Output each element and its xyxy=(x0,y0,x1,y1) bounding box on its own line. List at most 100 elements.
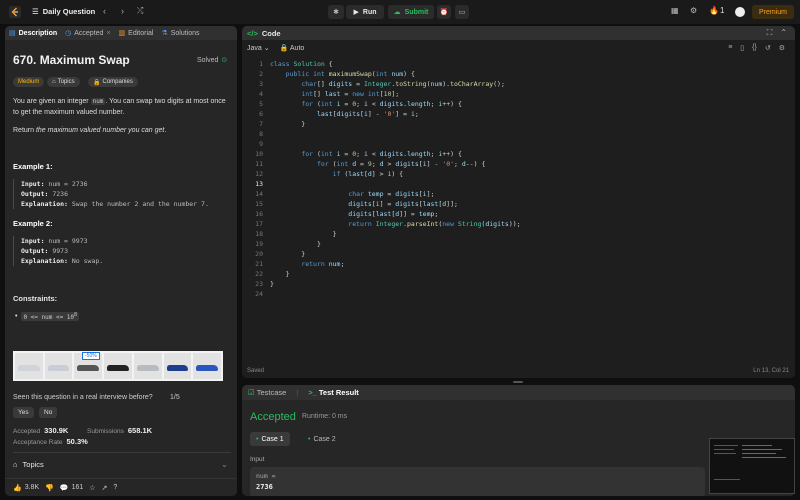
cloud-upload-icon: ☁ xyxy=(393,9,401,16)
companies-tag[interactable]: 🔒 Companies xyxy=(88,77,138,87)
maximize-icon[interactable]: ⛶ xyxy=(767,28,773,38)
code-line: 4 int[] last = new int[10]; xyxy=(242,89,795,99)
output-label: Output: xyxy=(21,247,49,255)
share-button[interactable]: ↗ xyxy=(102,484,108,492)
code-line: 18 } xyxy=(242,229,795,239)
ad-discount-badge: -50% xyxy=(82,352,100,360)
gear-icon[interactable]: ⚙ xyxy=(690,6,697,15)
tab-solutions[interactable]: ⚗ Solutions xyxy=(157,26,203,40)
yes-button[interactable]: Yes xyxy=(13,407,34,418)
problem-actions-bar: 👍 3.8K 👎 💬 161 ☆ ↗ ? xyxy=(5,478,237,496)
tab-description[interactable]: ▤ Description xyxy=(5,26,61,40)
example-explanation: No swap. xyxy=(71,257,104,265)
code-icon: </> xyxy=(247,28,258,38)
submit-button[interactable]: ☁ Submit xyxy=(388,5,434,19)
streak-fire-icon[interactable]: 🔥 xyxy=(709,6,719,15)
prev-problem-icon[interactable]: ‹ xyxy=(103,6,106,16)
problem-list-button[interactable]: ☰ Daily Question xyxy=(32,7,95,16)
code-line: 2 public int maximumSwap(int num) { xyxy=(242,69,795,79)
leetcode-logo-icon[interactable] xyxy=(9,6,21,18)
description-paragraph-2: Return the maximum valued number you can… xyxy=(13,125,233,136)
line-number: 24 xyxy=(255,290,263,298)
panel-resize-handle[interactable] xyxy=(513,381,523,383)
favorite-button[interactable]: ☆ xyxy=(89,484,95,492)
comment-icon: 💬 xyxy=(59,484,69,492)
tab-separator: | xyxy=(296,388,299,397)
layout-icon[interactable]: ▦ xyxy=(671,6,679,15)
close-icon[interactable]: × xyxy=(106,30,110,37)
code-line: 16 digits[last[d]] = temp; xyxy=(242,209,795,219)
case-1-tab[interactable]: • Case 1 xyxy=(250,432,290,446)
braces-icon[interactable]: {} xyxy=(752,44,757,52)
topics-section[interactable]: ⌂ Topics xyxy=(13,460,44,469)
code-line: 12 if (last[d] > i) { xyxy=(242,169,795,179)
ad-shoe-image xyxy=(44,353,73,379)
line-number: 10 xyxy=(255,150,263,158)
premium-button[interactable]: Premium xyxy=(752,5,794,19)
thumbs-down-icon: 👎 xyxy=(45,484,54,492)
no-button[interactable]: No xyxy=(39,407,58,418)
tab-testcase[interactable]: ☑ Testcase xyxy=(248,388,286,397)
language-select[interactable]: Java ⌄ xyxy=(247,44,270,52)
thumb-line xyxy=(714,449,734,450)
dot-icon: • xyxy=(256,435,259,443)
next-problem-icon[interactable]: › xyxy=(121,6,124,16)
stat-label: Acceptance Rate xyxy=(13,439,63,446)
autosave-indicator[interactable]: 🔒 Auto xyxy=(280,44,305,52)
reset-icon[interactable]: ↺ xyxy=(765,44,771,52)
timer-button[interactable]: ⏰ xyxy=(437,5,451,19)
code-line: 22 } xyxy=(242,269,795,279)
daily-question-label: Daily Question xyxy=(42,7,96,16)
line-number: 18 xyxy=(255,230,263,238)
dislike-button[interactable]: 👎 xyxy=(45,484,54,492)
line-number: 7 xyxy=(259,120,263,128)
help-button[interactable]: ? xyxy=(113,484,117,491)
like-button[interactable]: 👍 3.8K xyxy=(13,484,39,492)
screen-preview-thumbnail[interactable] xyxy=(709,438,795,494)
tab-test-result[interactable]: >_ Test Result xyxy=(308,388,359,397)
line-number: 12 xyxy=(255,170,263,178)
acceptance-rate-stat: Acceptance Rate 50.3% xyxy=(13,437,88,446)
problem-tabs: ▤ Description ◷ Accepted × ▥ Editorial ⚗… xyxy=(5,26,237,40)
code-line: 24 xyxy=(242,289,795,299)
ad-shoe-image xyxy=(133,353,162,379)
text: You are given an integer xyxy=(13,98,91,105)
code-line: 5 for (int i = 0; i < digits.length; i++… xyxy=(242,99,795,109)
debug-button[interactable]: ✱ xyxy=(328,5,344,19)
tab-label: Test Result xyxy=(318,388,359,397)
collapse-icon[interactable]: ⌃ xyxy=(780,28,787,38)
code-panel: </> Code ⛶ ⌃ Java ⌄ 🔒 Auto ≡ ▯ {} ↺ ⚙ 1c… xyxy=(242,26,795,378)
shuffle-icon[interactable]: ⤮ xyxy=(137,6,143,16)
settings-icon[interactable]: ⚙ xyxy=(779,44,785,52)
chevron-down-icon[interactable]: ⌄ xyxy=(221,460,228,469)
case-2-tab[interactable]: • Case 2 xyxy=(302,432,342,446)
input-value: 2736 xyxy=(256,483,273,491)
autosave-label: Auto xyxy=(289,45,305,52)
line-number: 13 xyxy=(255,180,263,188)
line-number: 21 xyxy=(255,260,263,268)
format-icon[interactable]: ≡ xyxy=(728,44,732,52)
ad-shoe-image xyxy=(104,353,132,379)
output-label: Output: xyxy=(21,190,49,198)
checkbox-icon: ☑ xyxy=(248,388,255,397)
ad-banner[interactable] xyxy=(13,351,223,381)
thumb-line xyxy=(714,445,738,446)
topics-tag[interactable]: ⌂ Topics xyxy=(47,77,80,87)
comments-button[interactable]: 💬 161 xyxy=(60,484,83,492)
note-icon: ▭ xyxy=(458,9,466,16)
line-number: 4 xyxy=(259,90,263,98)
line-number: 11 xyxy=(255,160,263,168)
book-icon: ▥ xyxy=(118,30,126,37)
code-editor[interactable]: 1 class Solution { 2 public int maximumSw… xyxy=(242,59,795,339)
run-button[interactable]: ▶ Run xyxy=(346,5,384,19)
example-output: 7236 xyxy=(52,190,68,198)
stat-value: 658.1K xyxy=(127,426,153,435)
avatar[interactable] xyxy=(735,7,745,17)
tab-accepted[interactable]: ◷ Accepted × xyxy=(61,26,114,40)
notes-button[interactable]: ▭ xyxy=(455,5,469,19)
emphasis-text: the maximum valued number you can get xyxy=(35,127,165,134)
bookmark-icon[interactable]: ▯ xyxy=(740,44,744,52)
code-line: 8 xyxy=(242,129,795,139)
companies-tag-label: Companies xyxy=(102,79,133,85)
tab-editorial[interactable]: ▥ Editorial xyxy=(115,26,158,40)
